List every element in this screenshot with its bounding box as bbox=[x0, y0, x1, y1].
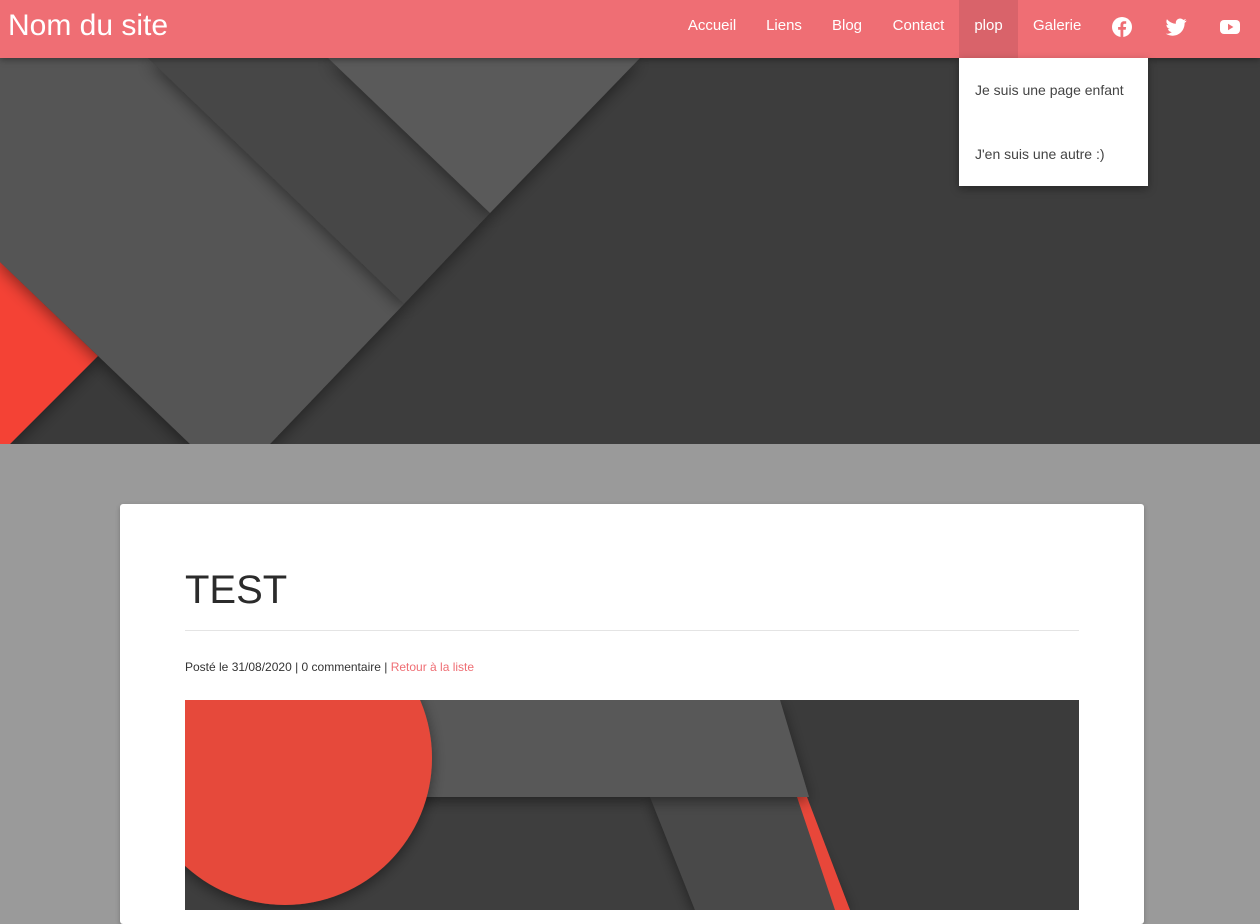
post-meta-text: Posté le 31/08/2020 | 0 commentaire | bbox=[185, 660, 391, 674]
dropdown-item-page-enfant[interactable]: Je suis une page enfant bbox=[975, 58, 1124, 122]
nav-item-liens[interactable]: Liens bbox=[766, 0, 802, 58]
twitter-icon[interactable] bbox=[1164, 15, 1188, 39]
plop-dropdown-menu: Je suis une page enfant J'en suis une au… bbox=[959, 58, 1148, 186]
nav-item-plop[interactable]: plop bbox=[959, 0, 1018, 58]
title-divider bbox=[185, 630, 1079, 631]
post-material-image bbox=[185, 700, 1079, 910]
site-brand[interactable]: Nom du site bbox=[8, 8, 168, 44]
facebook-icon[interactable] bbox=[1110, 15, 1134, 39]
post-title: TEST bbox=[185, 568, 288, 612]
top-navbar: Nom du site Accueil Liens Blog Contact p… bbox=[0, 0, 1260, 58]
post-card: TEST Posté le 31/08/2020 | 0 commentaire… bbox=[120, 504, 1144, 924]
back-to-list-link[interactable]: Retour à la liste bbox=[391, 660, 474, 674]
youtube-icon[interactable] bbox=[1218, 15, 1242, 39]
nav-item-contact[interactable]: Contact bbox=[892, 0, 945, 58]
post-meta: Posté le 31/08/2020 | 0 commentaire | Re… bbox=[185, 659, 474, 675]
nav-item-accueil[interactable]: Accueil bbox=[687, 0, 737, 58]
post-featured-image bbox=[185, 700, 1079, 910]
dropdown-item-autre[interactable]: J'en suis une autre :) bbox=[975, 122, 1105, 186]
nav-item-galerie[interactable]: Galerie bbox=[1033, 0, 1081, 58]
nav-item-blog[interactable]: Blog bbox=[832, 0, 862, 58]
